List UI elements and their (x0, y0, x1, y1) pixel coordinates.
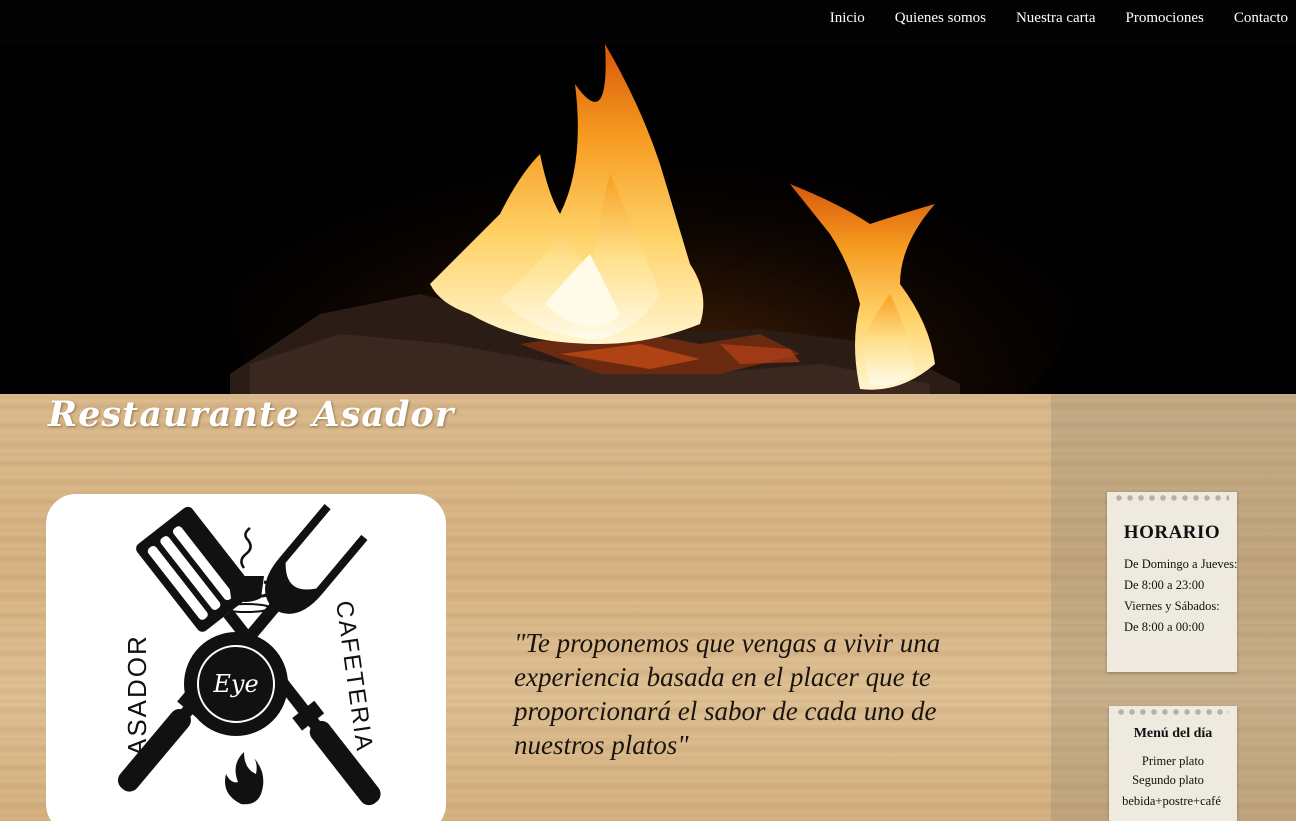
daily-menu-note: Menú del día Primer plato Segundo plato … (1109, 706, 1237, 821)
nav-item-inicio[interactable]: Inicio (830, 10, 865, 27)
fire-illustration (230, 44, 1070, 394)
schedule-note: HORARIO De Domingo a Jueves: De 8:00 a 2… (1107, 492, 1238, 672)
daily-menu-lines: Primer plato Segundo plato bebida+postre… (1109, 752, 1237, 811)
schedule-line: De 8:00 a 23:00 (1124, 578, 1205, 592)
schedule-lines: De Domingo a Jueves: De 8:00 a 23:00 Vie… (1107, 554, 1238, 638)
nav-menu: Inicio Quienes somos Nuestra carta Promo… (800, 0, 1288, 36)
schedule-line: De 8:00 a 00:00 (1124, 620, 1205, 634)
schedule-title: HORARIO (1123, 522, 1221, 543)
schedule-line: Viernes y Sábados: (1124, 599, 1220, 613)
schedule-line: De Domingo a Jueves: (1124, 557, 1238, 571)
restaurant-logo: Eye ASADOR CAFETERIA (46, 494, 446, 821)
daily-menu-line: Primer plato (1141, 754, 1205, 768)
nav-item-contacto[interactable]: Contacto (1234, 10, 1288, 27)
nav-item-quienes-somos[interactable]: Quienes somos (895, 10, 986, 27)
nav-item-promociones[interactable]: Promociones (1126, 10, 1204, 27)
hero-fire-image (0, 44, 1296, 394)
paper-holes (1115, 493, 1229, 503)
asador-cafeteria-logo-icon: Eye ASADOR CAFETERIA (117, 504, 381, 806)
daily-menu-line: Segundo plato (1132, 773, 1204, 787)
daily-menu-line: bebida+postre+café (1122, 794, 1221, 808)
logo-center-text: Eye (212, 670, 258, 698)
wood-content-area: Restaurante Asador Eye ASADOR CAFETERIA … (0, 394, 1296, 821)
nav-item-nuestra-carta[interactable]: Nuestra carta (1016, 10, 1096, 27)
top-navbar: Inicio Quienes somos Nuestra carta Promo… (0, 0, 1296, 44)
logo-right-text: CAFETERIA (330, 599, 378, 754)
site-title: Restaurante Asador (48, 394, 455, 435)
logo-left-text: ASADOR (122, 634, 152, 756)
paper-holes (1117, 707, 1229, 717)
daily-menu-title: Menú del día (1133, 726, 1213, 741)
welcome-quote: "Te proponemos que vengas a vivir una ex… (514, 628, 941, 760)
